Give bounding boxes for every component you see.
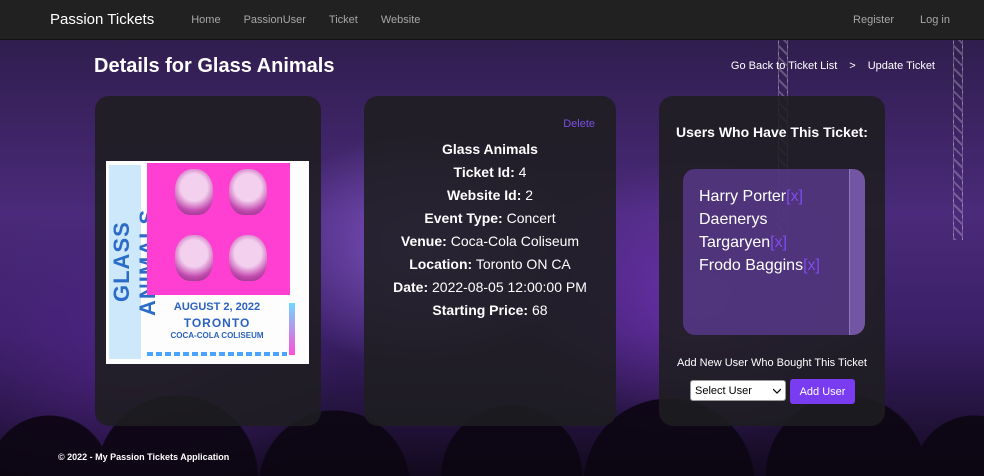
users-title: Users Who Have This Ticket: <box>676 124 868 140</box>
list-item: Frodo Baggins[x] <box>699 257 820 274</box>
nav-website[interactable]: Website <box>381 14 421 26</box>
delete-link[interactable]: Delete <box>563 118 595 130</box>
navbar: Passion Tickets Home PassionUser Ticket … <box>0 0 984 40</box>
ticket-details-card: Delete Glass Animals Ticket Id: 4 Websit… <box>364 96 616 426</box>
band-member-face <box>175 169 213 215</box>
users-scrollbar[interactable] <box>849 169 865 335</box>
ticket-poster-image: GLASS ANIMALS AUGUST 2, 2022 TORONTO COC… <box>106 161 309 364</box>
ticket-name: Glass Animals <box>442 141 538 157</box>
ticket-users-card: Users Who Have This Ticket: Harry Porter… <box>659 96 885 426</box>
users-list: Harry Porter[x] Daenerys Targaryen[x] Fr… <box>683 169 865 335</box>
poster-date: AUGUST 2, 2022 <box>173 301 261 313</box>
poster-side-text: GLASS ANIMALS <box>109 165 160 359</box>
nav-home[interactable]: Home <box>191 14 220 26</box>
stage-truss <box>953 40 963 240</box>
event-type-row: Event Type: Concert <box>424 210 556 226</box>
poster-city: TORONTO <box>183 316 251 330</box>
band-member-face <box>229 169 267 215</box>
poster-card: GLASS ANIMALS AUGUST 2, 2022 TORONTO COC… <box>95 96 321 426</box>
back-to-list-link[interactable]: Go Back to Ticket List <box>731 60 837 72</box>
brand-link[interactable]: Passion Tickets <box>50 11 154 28</box>
ticket-id-row: Ticket Id: 4 <box>453 164 527 180</box>
band-member-face <box>175 235 213 281</box>
list-item: Daenerys <box>699 211 768 228</box>
page-title: Details for Glass Animals <box>94 55 335 77</box>
footer-text: © 2022 - My Passion Tickets Application <box>58 452 230 462</box>
nav-register[interactable]: Register <box>853 14 894 26</box>
poster-venue: COCA-COLA COLISEUM <box>170 331 264 340</box>
breadcrumb-separator: > <box>849 60 856 72</box>
remove-user-link[interactable]: [x] <box>770 234 787 251</box>
price-row: Starting Price: 68 <box>432 302 548 318</box>
select-user-dropdown[interactable]: Select User <box>690 380 786 401</box>
select-user-value: Select User <box>695 384 752 397</box>
band-member-face <box>229 235 267 281</box>
venue-row: Venue: Coca-Cola Coliseum <box>400 233 580 249</box>
ticket-details: Glass Animals Ticket Id: 4 Website Id: 2… <box>364 138 616 322</box>
add-user-button[interactable]: Add User <box>790 379 855 404</box>
nav-account: Register Log in <box>827 14 950 26</box>
date-row: Date: 2022-08-05 12:00:00 PM <box>393 279 587 295</box>
poster-strip <box>147 352 287 356</box>
nav-login[interactable]: Log in <box>920 14 950 26</box>
add-user-label: Add New User Who Bought This Ticket <box>677 357 867 369</box>
poster-gradient-bar <box>289 303 295 355</box>
nav-passionuser[interactable]: PassionUser <box>244 14 306 26</box>
chevron-down-icon <box>772 385 782 397</box>
website-id-row: Website Id: 2 <box>446 187 534 203</box>
breadcrumb: Go Back to Ticket List > Update Ticket <box>731 60 935 72</box>
location-row: Location: Toronto ON CA <box>409 256 571 272</box>
nav-ticket[interactable]: Ticket <box>329 14 358 26</box>
poster-photo <box>147 163 290 295</box>
list-item: Targaryen[x] <box>699 234 788 251</box>
remove-user-link[interactable]: [x] <box>786 188 803 205</box>
update-ticket-link[interactable]: Update Ticket <box>868 60 935 72</box>
list-item: Harry Porter[x] <box>699 188 804 205</box>
remove-user-link[interactable]: [x] <box>803 257 820 274</box>
